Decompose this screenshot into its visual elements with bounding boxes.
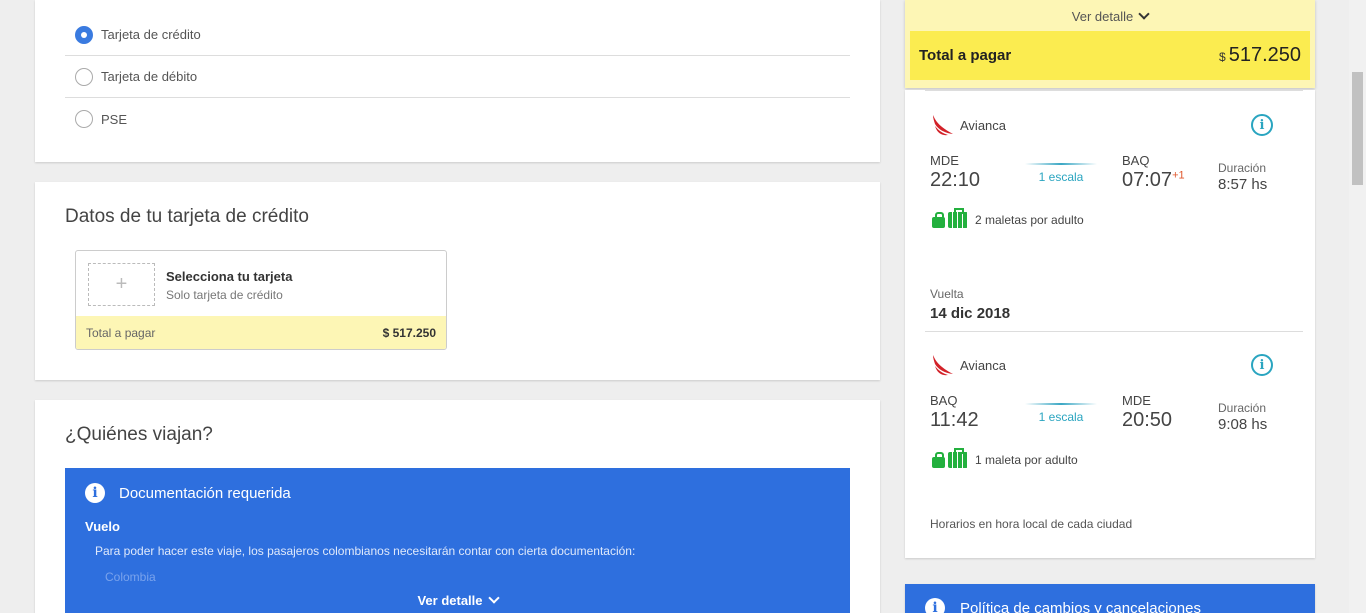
documentation-more-button[interactable]: Ver detalle [65, 592, 850, 608]
departure-time: 22:10 [930, 169, 981, 191]
card-data-title: Datos de tu tarjeta de crédito [65, 206, 309, 227]
info-icon: i [85, 483, 105, 503]
arrival-time: 20:50 [1122, 409, 1173, 431]
airline-inbound: Avianca [930, 352, 1006, 378]
duration-value: 9:08 hs [1218, 416, 1268, 433]
select-card-title: Selecciona tu tarjeta [166, 269, 293, 284]
divider [925, 90, 1303, 91]
origin-code: MDE [930, 153, 959, 168]
return-date: 14 dic 2018 [930, 305, 1011, 322]
policy-panel[interactable]: i Política de cambios y cancelaciones [905, 584, 1315, 613]
route-line [1025, 403, 1097, 405]
summary-detail-label: Ver detalle [1071, 9, 1134, 24]
payment-option-debit[interactable]: Tarjeta de débito [65, 56, 850, 98]
payment-methods-card: Tarjeta de crédito Tarjeta de débito PSE [35, 0, 880, 162]
radio-debit[interactable] [75, 67, 93, 86]
total-bar: Total a pagar $517.250 [910, 31, 1310, 80]
timezone-note: Horarios en hora local de cada ciudad [930, 517, 1133, 531]
policy-title: Política de cambios y cancelaciones [960, 599, 1201, 613]
origin-code: BAQ [930, 393, 958, 408]
payment-option-pse[interactable]: PSE [65, 98, 850, 140]
documentation-title: Documentación requerida [119, 484, 291, 502]
select-card-subtitle: Solo tarjeta de crédito [166, 288, 283, 302]
policy-header: i Política de cambios y cancelaciones [925, 598, 1201, 613]
card-total-row: Total a pagar $ 517.250 [76, 316, 446, 349]
page-scrollbar[interactable] [1349, 0, 1366, 613]
flight-info-icon[interactable]: i [1251, 114, 1273, 136]
info-icon: i [925, 598, 945, 613]
suitcase-icon [948, 448, 968, 468]
documentation-country: Colombia [105, 570, 156, 584]
day-offset-badge: +1 [1172, 169, 1185, 182]
arrival-time: 07:07+1 [1122, 169, 1185, 192]
baggage-info: 1 maleta por adulto [932, 448, 1078, 468]
duration-value: 8:57 hs [1218, 176, 1268, 193]
travellers-section: ¿Quiénes viajan? i Documentación requeri… [35, 400, 880, 613]
total-label: Total a pagar [919, 47, 1012, 64]
select-card-button[interactable]: + Selecciona tu tarjeta Solo tarjeta de … [75, 250, 447, 350]
stops-label[interactable]: 1 escala [1025, 170, 1097, 184]
flight-info-icon[interactable]: i [1251, 354, 1273, 376]
add-card-icon: + [88, 263, 155, 306]
departure-time: 11:42 [930, 409, 979, 431]
airline-name: Avianca [960, 117, 1007, 133]
avianca-logo-icon [933, 115, 953, 136]
card-total-label: Total a pagar [86, 325, 156, 340]
payment-option-label: Tarjeta de débito [101, 69, 198, 84]
duration-label: Duración [1218, 401, 1267, 415]
suitcase-icon [948, 208, 968, 228]
summary-detail-button[interactable]: Ver detalle [905, 8, 1315, 24]
scrollbar-thumb[interactable] [1352, 72, 1363, 185]
avianca-logo-icon [933, 355, 953, 376]
currency-symbol: $ [1219, 50, 1226, 64]
card-total-amount: $ 517.250 [382, 325, 436, 340]
payment-option-credit[interactable]: Tarjeta de crédito [65, 14, 850, 56]
divider [925, 331, 1303, 332]
stops-label[interactable]: 1 escala [1025, 410, 1097, 424]
destination-code: BAQ [1122, 153, 1150, 168]
chevron-down-icon [1138, 8, 1150, 20]
airline-outbound: Avianca [930, 112, 1006, 138]
travellers-title: ¿Quiénes viajan? [65, 424, 213, 445]
arrival-time-value: 07:07 [1122, 169, 1173, 191]
return-label: Vuelta [930, 287, 964, 301]
total-amount: 517.250 [1228, 44, 1301, 66]
documentation-section-label: Vuelo [85, 519, 120, 534]
destination-code: MDE [1122, 393, 1151, 408]
documentation-text: Para poder hacer este viaje, los pasajer… [95, 544, 636, 558]
airline-name: Avianca [960, 357, 1007, 373]
baggage-label: 1 maleta por adulto [975, 453, 1078, 467]
card-data-section: Datos de tu tarjeta de crédito + Selecci… [35, 182, 880, 380]
route-line [1025, 163, 1097, 165]
documentation-more-label: Ver detalle [417, 593, 483, 608]
carry-on-bag-icon [932, 211, 945, 228]
radio-credit[interactable] [75, 25, 93, 44]
duration-label: Duración [1218, 161, 1267, 175]
itinerary-card: Avianca i MDE 22:10 1 escala BAQ 07:07+1… [905, 90, 1315, 558]
radio-pse[interactable] [75, 110, 93, 128]
baggage-label: 2 maletas por adulto [975, 213, 1084, 227]
chevron-down-icon [487, 592, 500, 604]
payment-option-label: Tarjeta de crédito [101, 27, 201, 42]
total-price: $517.250 [1219, 44, 1301, 67]
carry-on-bag-icon [932, 451, 945, 468]
documentation-panel: i Documentación requerida Vuelo Para pod… [65, 468, 850, 613]
baggage-info: 2 maletas por adulto [932, 208, 1084, 228]
payment-option-label: PSE [101, 111, 128, 127]
price-summary: Ver detalle Total a pagar $517.250 [905, 0, 1315, 88]
documentation-header: i Documentación requerida [85, 483, 291, 503]
